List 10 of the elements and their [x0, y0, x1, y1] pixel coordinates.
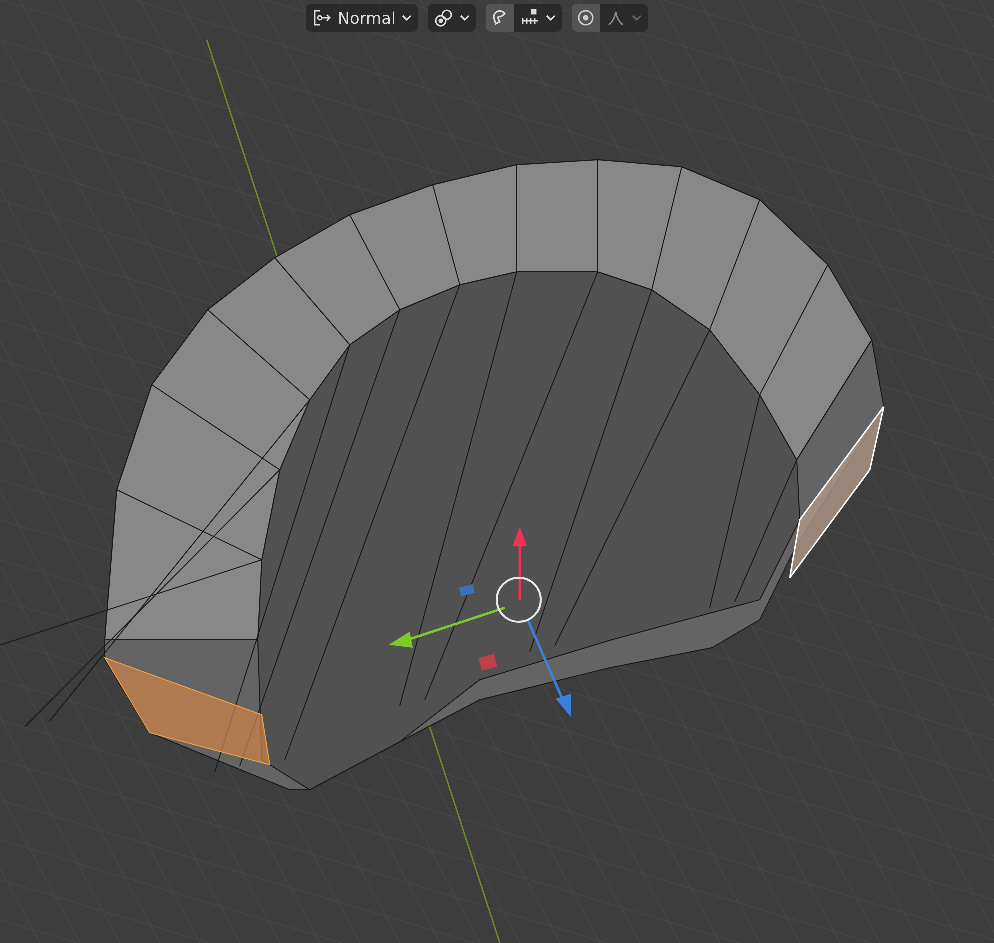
proportional-editing-icon [576, 8, 596, 28]
proportional-editing-toggle[interactable] [572, 4, 600, 32]
snap-toggle[interactable] [486, 4, 514, 32]
caret-icon [402, 15, 412, 21]
transform-orientation-icon [312, 8, 332, 28]
caret-icon [546, 15, 556, 21]
caret-icon [460, 15, 470, 21]
pivot-point-icon [434, 8, 454, 28]
caret-icon [632, 15, 642, 21]
orientation-dropdown[interactable]: Normal [306, 4, 418, 32]
